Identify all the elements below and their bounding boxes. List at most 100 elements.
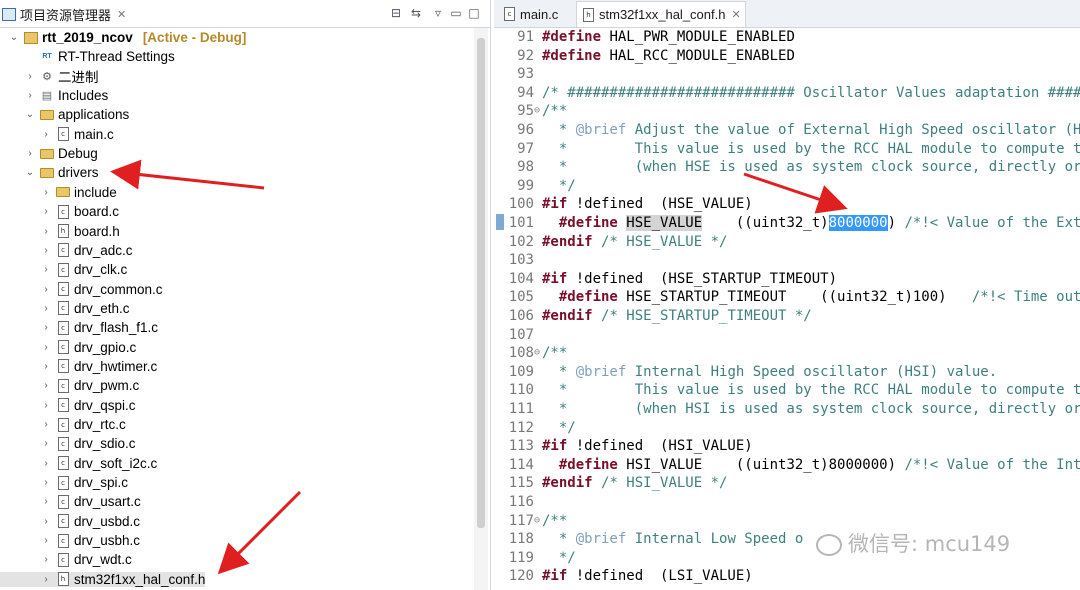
tree-item-drv-rtc-c[interactable]: › c drv_rtc.c <box>0 415 488 434</box>
code-line[interactable]: 99 */ <box>494 177 1080 196</box>
chevron-right-icon[interactable]: › <box>40 264 52 275</box>
chevron-right-icon[interactable]: › <box>40 129 52 140</box>
tree-item-drv-flash-f1-c[interactable]: › c drv_flash_f1.c <box>0 318 488 337</box>
code-line[interactable]: 109 * @brief Internal High Speed oscilla… <box>494 363 1080 382</box>
tree-item-includes[interactable]: › ▤ Includes <box>0 86 488 105</box>
code-line[interactable]: 115 #endif /* HSI_VALUE */ <box>494 474 1080 493</box>
fold-toggle-icon[interactable]: ⊖ <box>534 344 542 363</box>
fold-toggle-icon[interactable]: ⊖ <box>534 512 542 531</box>
code-line[interactable]: 113 #if !defined (HSI_VALUE) <box>494 437 1080 456</box>
code-line[interactable]: 120 #if !defined (LSI_VALUE) <box>494 567 1080 586</box>
code-line[interactable]: 91 #define HAL_PWR_MODULE_ENABLED <box>494 28 1080 47</box>
code-line[interactable]: 100 #if !defined (HSE_VALUE) <box>494 195 1080 214</box>
code-line[interactable]: 104 #if !defined (HSE_STARTUP_TIMEOUT) <box>494 270 1080 289</box>
chevron-right-icon[interactable]: › <box>40 477 52 488</box>
chevron-right-icon[interactable]: › <box>40 400 52 411</box>
tab-stm32f1xx-hal-conf[interactable]: h stm32f1xx_hal_conf.h ✕ <box>576 1 746 27</box>
tree-item-stm32f1xx-hal-conf-h[interactable]: › h stm32f1xx_hal_conf.h <box>0 570 488 589</box>
code-line[interactable]: 93 <box>494 65 1080 84</box>
tree-item-drv-eth-c[interactable]: › c drv_eth.c <box>0 299 488 318</box>
minimize-icon[interactable]: ▭ <box>448 5 464 21</box>
code-line[interactable]: 103 <box>494 251 1080 270</box>
chevron-right-icon[interactable]: › <box>24 148 36 159</box>
tree-item-include[interactable]: › include <box>0 183 488 202</box>
code-line[interactable]: 96 * @brief Adjust the value of External… <box>494 121 1080 140</box>
tree-item-main-c[interactable]: › c main.c <box>0 125 488 144</box>
code-line[interactable]: 92 #define HAL_RCC_MODULE_ENABLED <box>494 47 1080 66</box>
tree-item-debug[interactable]: › Debug <box>0 144 488 163</box>
tree-item-drv-spi-c[interactable]: › c drv_spi.c <box>0 473 488 492</box>
close-icon[interactable]: ✕ <box>731 8 740 21</box>
tree-item-drv-hwtimer-c[interactable]: › c drv_hwtimer.c <box>0 357 488 376</box>
code-editor[interactable]: 91 #define HAL_PWR_MODULE_ENABLED 92 #defin… <box>494 28 1080 590</box>
code-line[interactable]: 102 #endif /* HSE_VALUE */ <box>494 233 1080 252</box>
chevron-right-icon[interactable]: › <box>40 496 52 507</box>
tree-item-[interactable]: › ⚙ 二进制 <box>0 67 488 86</box>
code-line[interactable]: 95 ⊖/** <box>494 102 1080 121</box>
code-line[interactable]: 98 * (when HSE is used as system clock s… <box>494 158 1080 177</box>
code-line[interactable]: 94 /* ########################### Oscilla… <box>494 84 1080 103</box>
chevron-right-icon[interactable]: › <box>40 206 52 217</box>
maximize-icon[interactable]: □ <box>466 5 482 21</box>
chevron-right-icon[interactable]: › <box>40 284 52 295</box>
chevron-right-icon[interactable]: › <box>40 187 52 198</box>
chevron-right-icon[interactable]: › <box>40 303 52 314</box>
chevron-right-icon[interactable]: › <box>40 535 52 546</box>
chevron-right-icon[interactable]: › <box>40 245 52 256</box>
tree-item-drv-common-c[interactable]: › c drv_common.c <box>0 280 488 299</box>
tree-item-drv-adc-c[interactable]: › c drv_adc.c <box>0 241 488 260</box>
tree-item-applications[interactable]: ⌄ applications <box>0 105 488 124</box>
code-line[interactable]: 112 */ <box>494 419 1080 438</box>
code-line[interactable]: 107 <box>494 326 1080 345</box>
fold-toggle-icon[interactable]: ⊖ <box>534 102 542 121</box>
code-line[interactable]: 105 #define HSE_STARTUP_TIMEOUT ((uint32… <box>494 288 1080 307</box>
tree-item-drv-pwm-c[interactable]: › c drv_pwm.c <box>0 376 488 395</box>
tab-main-c[interactable]: c main.c <box>498 2 570 26</box>
chevron-right-icon[interactable]: › <box>40 516 52 527</box>
tree-item-drv-sdio-c[interactable]: › c drv_sdio.c <box>0 434 488 453</box>
link-editor-icon[interactable]: ⇆ <box>408 5 424 21</box>
chevron-down-icon[interactable]: ⌄ <box>24 167 36 178</box>
chevron-right-icon[interactable]: › <box>40 419 52 430</box>
tree-item-drv-usart-c[interactable]: › c drv_usart.c <box>0 492 488 511</box>
chevron-down-icon[interactable]: ⌄ <box>24 109 36 120</box>
tree-item-drv-clk-c[interactable]: › c drv_clk.c <box>0 260 488 279</box>
tab-project-explorer[interactable]: 项目资源管理器 ✕ <box>2 2 130 26</box>
tree-item-rt-thread-settings[interactable]: RT RT-Thread Settings <box>0 47 488 66</box>
chevron-right-icon[interactable]: › <box>24 90 36 101</box>
chevron-right-icon[interactable]: › <box>40 226 52 237</box>
code-line[interactable]: 97 * This value is used by the RCC HAL m… <box>494 140 1080 159</box>
view-menu-icon[interactable]: ▿ <box>430 5 446 21</box>
tree-item-drv-soft-i2c-c[interactable]: › c drv_soft_i2c.c <box>0 454 488 473</box>
collapse-all-icon[interactable]: ⊟ <box>388 5 404 21</box>
code-line[interactable]: 110 * This value is used by the RCC HAL … <box>494 381 1080 400</box>
chevron-down-icon[interactable]: ⌄ <box>8 32 20 43</box>
tree-item-drv-wdt-c[interactable]: › c drv_wdt.c <box>0 550 488 569</box>
tree-item-board-c[interactable]: › c board.c <box>0 202 488 221</box>
chevron-right-icon[interactable]: › <box>40 361 52 372</box>
chevron-right-icon[interactable]: › <box>40 322 52 333</box>
chevron-right-icon[interactable]: › <box>40 438 52 449</box>
tree-item-drv-gpio-c[interactable]: › c drv_gpio.c <box>0 338 488 357</box>
tree-item-drv-usbh-c[interactable]: › c drv_usbh.c <box>0 531 488 550</box>
tree-item-rtt-2019-ncov[interactable]: ⌄ rtt_2019_ncov [Active - Debug] <box>0 28 488 47</box>
chevron-right-icon[interactable]: › <box>40 554 52 565</box>
chevron-right-icon[interactable]: › <box>40 380 52 391</box>
code-line[interactable]: 108 ⊖/** <box>494 344 1080 363</box>
tree-item-board-h[interactable]: › h board.h <box>0 222 488 241</box>
explorer-scrollbar[interactable] <box>474 28 488 590</box>
code-line[interactable]: 106 #endif /* HSE_STARTUP_TIMEOUT */ <box>494 307 1080 326</box>
close-icon[interactable]: ✕ <box>117 8 126 21</box>
code-line[interactable]: 101 #define HSE_VALUE ((uint32_t)8000000… <box>494 214 1080 233</box>
code-line[interactable]: 111 * (when HSI is used as system clock … <box>494 400 1080 419</box>
chevron-right-icon[interactable]: › <box>40 458 52 469</box>
scrollbar-thumb[interactable] <box>477 38 485 528</box>
chevron-right-icon[interactable]: › <box>40 342 52 353</box>
code-line[interactable]: 114 #define HSI_VALUE ((uint32_t)8000000… <box>494 456 1080 475</box>
tree-item-drv-qspi-c[interactable]: › c drv_qspi.c <box>0 396 488 415</box>
tree-item-drivers[interactable]: ⌄ drivers <box>0 163 488 182</box>
tree-item-drv-usbd-c[interactable]: › c drv_usbd.c <box>0 512 488 531</box>
chevron-right-icon[interactable]: › <box>40 574 52 585</box>
code-line[interactable]: 116 <box>494 493 1080 512</box>
chevron-right-icon[interactable]: › <box>24 71 36 82</box>
